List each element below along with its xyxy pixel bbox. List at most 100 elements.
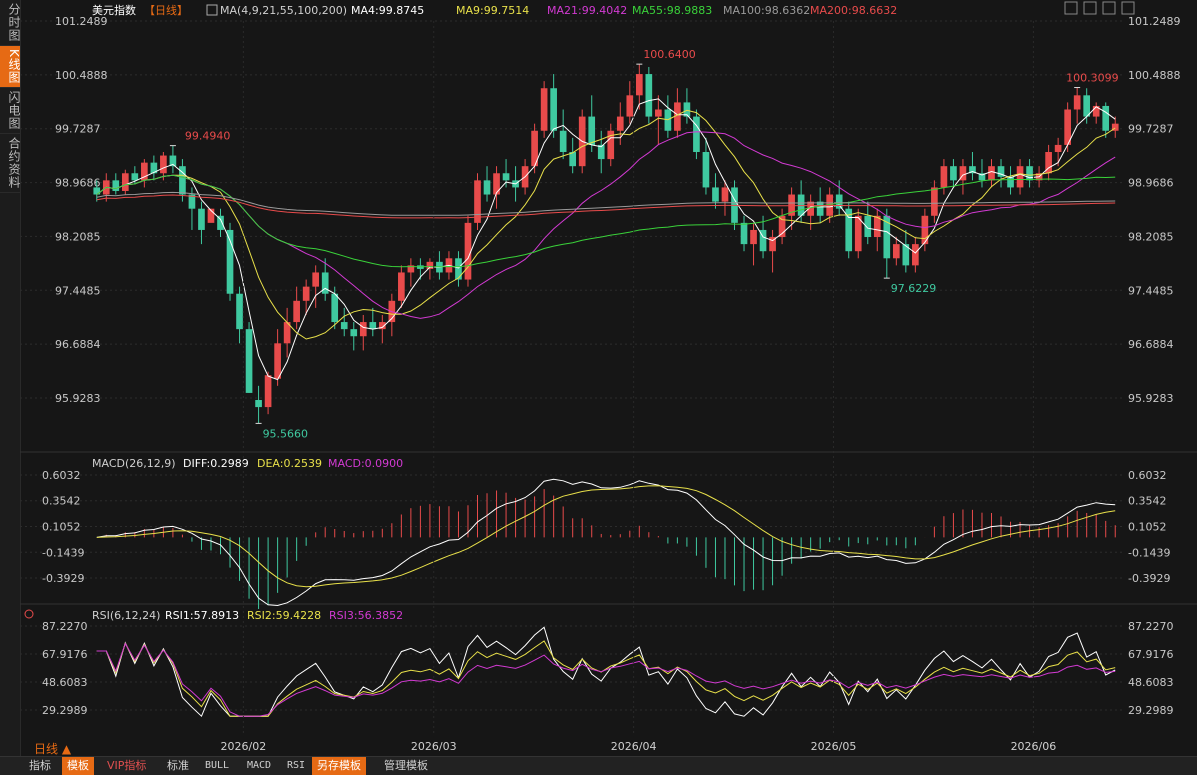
zoom-in-icon[interactable] [1064,1,1078,15]
candle-down[interactable] [112,180,120,191]
ma-value-1: MA9:99.7514 [456,4,529,17]
macd-hist-value: MACD:0.0900 [328,457,403,470]
candle-up[interactable] [293,300,300,323]
candle-up[interactable] [398,272,405,301]
macd-diff-value: DIFF:0.2989 [183,457,249,470]
candle-up[interactable] [892,244,900,259]
crosshair-icon[interactable] [1102,1,1116,15]
tab-contract-info[interactable]: 合约资料 [0,134,21,193]
candle-down[interactable] [816,201,824,216]
candle-up[interactable] [274,343,281,379]
candle-up[interactable] [160,155,167,174]
vip-indicator-tab[interactable]: VIP指标 [102,757,151,775]
rsi-settings-icon[interactable] [24,609,34,619]
candle-up[interactable] [464,222,472,280]
candle-down[interactable] [131,173,139,181]
candle-down[interactable] [1026,166,1033,181]
candle-down[interactable] [1102,105,1110,131]
candle-down[interactable] [340,322,348,330]
tab-intraday[interactable]: 分时图 [0,0,21,46]
price-axis-left-label: 98.2085 [55,230,101,243]
candle-up[interactable] [302,286,310,301]
candle-down[interactable] [702,152,710,188]
bull-tab[interactable]: BULL [200,757,234,775]
candle-up[interactable] [1054,144,1062,153]
macd-axis-right-label: -0.3929 [1128,572,1170,585]
instrument-name: 美元指数 [92,3,136,17]
candle-up[interactable] [1073,95,1081,110]
tab-kline[interactable]: K线图 [0,46,21,88]
candle-down[interactable] [550,88,557,131]
candle-down[interactable] [93,187,101,195]
candle-up[interactable] [988,166,995,181]
fullscreen-icon[interactable] [1121,1,1135,15]
period-selector[interactable]: 日线 ▲ [34,740,71,757]
candle-down[interactable] [350,329,358,337]
candle-up[interactable] [474,180,481,223]
tab-flash[interactable]: 闪电图 [0,88,21,134]
candle-up[interactable] [854,215,862,252]
candle-up[interactable] [655,109,662,117]
candle-up[interactable] [750,229,757,245]
standard-tab[interactable]: 标准 [162,757,194,775]
candle-up[interactable] [931,187,938,216]
candle-up[interactable] [940,166,948,188]
candle-down[interactable] [245,329,253,393]
indicator-tab[interactable]: 指标 [24,757,56,775]
candle-up[interactable] [359,322,367,337]
candle-up[interactable] [1016,166,1024,188]
candle-down[interactable] [217,215,224,230]
candle-up[interactable] [635,74,643,96]
candle-down[interactable] [236,293,243,330]
price-axis-right-label: 95.9283 [1128,392,1174,405]
candle-down[interactable] [740,222,748,245]
ma-value-0: MA4:99.8745 [351,4,424,17]
candle-up[interactable] [626,95,634,117]
candle-up[interactable] [312,272,320,287]
macd-tab[interactable]: MACD [242,757,276,775]
candle-up[interactable] [264,375,272,408]
candle-up[interactable] [912,244,919,266]
candle-down[interactable] [835,194,843,209]
candle-down[interactable] [950,166,957,181]
candle-down[interactable] [502,173,510,181]
candle-down[interactable] [559,130,567,153]
candle-down[interactable] [483,180,491,195]
macd-diff-line [96,478,1116,607]
candle-down[interactable] [645,74,653,117]
candle-down[interactable] [588,116,596,145]
macd-axis-left-label: 0.1052 [42,520,81,533]
candle-down[interactable] [1007,176,1014,188]
rsi-axis-right-label: 29.2989 [1128,704,1174,717]
candle-down[interactable] [331,293,339,323]
zoom-out-icon[interactable] [1083,1,1097,15]
kline-chart[interactable]: 101.2489 101.2489100.4888 100.488899.7287 9… [20,0,1197,756]
price-axis-right-label: 98.2085 [1128,230,1174,243]
candle-down[interactable] [1083,95,1091,117]
candle-down[interactable] [198,208,205,230]
manage-template-tab[interactable]: 管理模板 [379,757,433,775]
candle-up[interactable] [426,261,434,269]
template-tab[interactable]: 模板 [62,757,94,775]
candle-up[interactable] [921,215,929,245]
candle-down[interactable] [712,187,719,202]
candle-down[interactable] [864,215,872,238]
ma-settings-icon[interactable] [206,4,218,16]
candle-down[interactable] [255,400,262,408]
price-axis-right-label: 101.2489 [1128,15,1181,28]
price-axis-left-label: 95.9283 [55,392,101,405]
candle-down[interactable] [369,322,377,330]
candle-down[interactable] [455,258,462,280]
candle-up[interactable] [721,187,729,202]
candle-up[interactable] [493,173,500,195]
rsi-axis-left-label: 29.2989 [42,704,88,717]
rsi-tab[interactable]: RSI [282,757,310,775]
candle-down[interactable] [693,116,700,153]
candle-down[interactable] [569,152,577,167]
candle-up[interactable] [616,116,624,131]
candle-up[interactable] [1092,105,1100,117]
ma9-line [96,109,1116,340]
candle-up[interactable] [540,88,548,131]
candle-up[interactable] [121,173,129,191]
save-template-tab[interactable]: 另存模板 [312,757,366,775]
